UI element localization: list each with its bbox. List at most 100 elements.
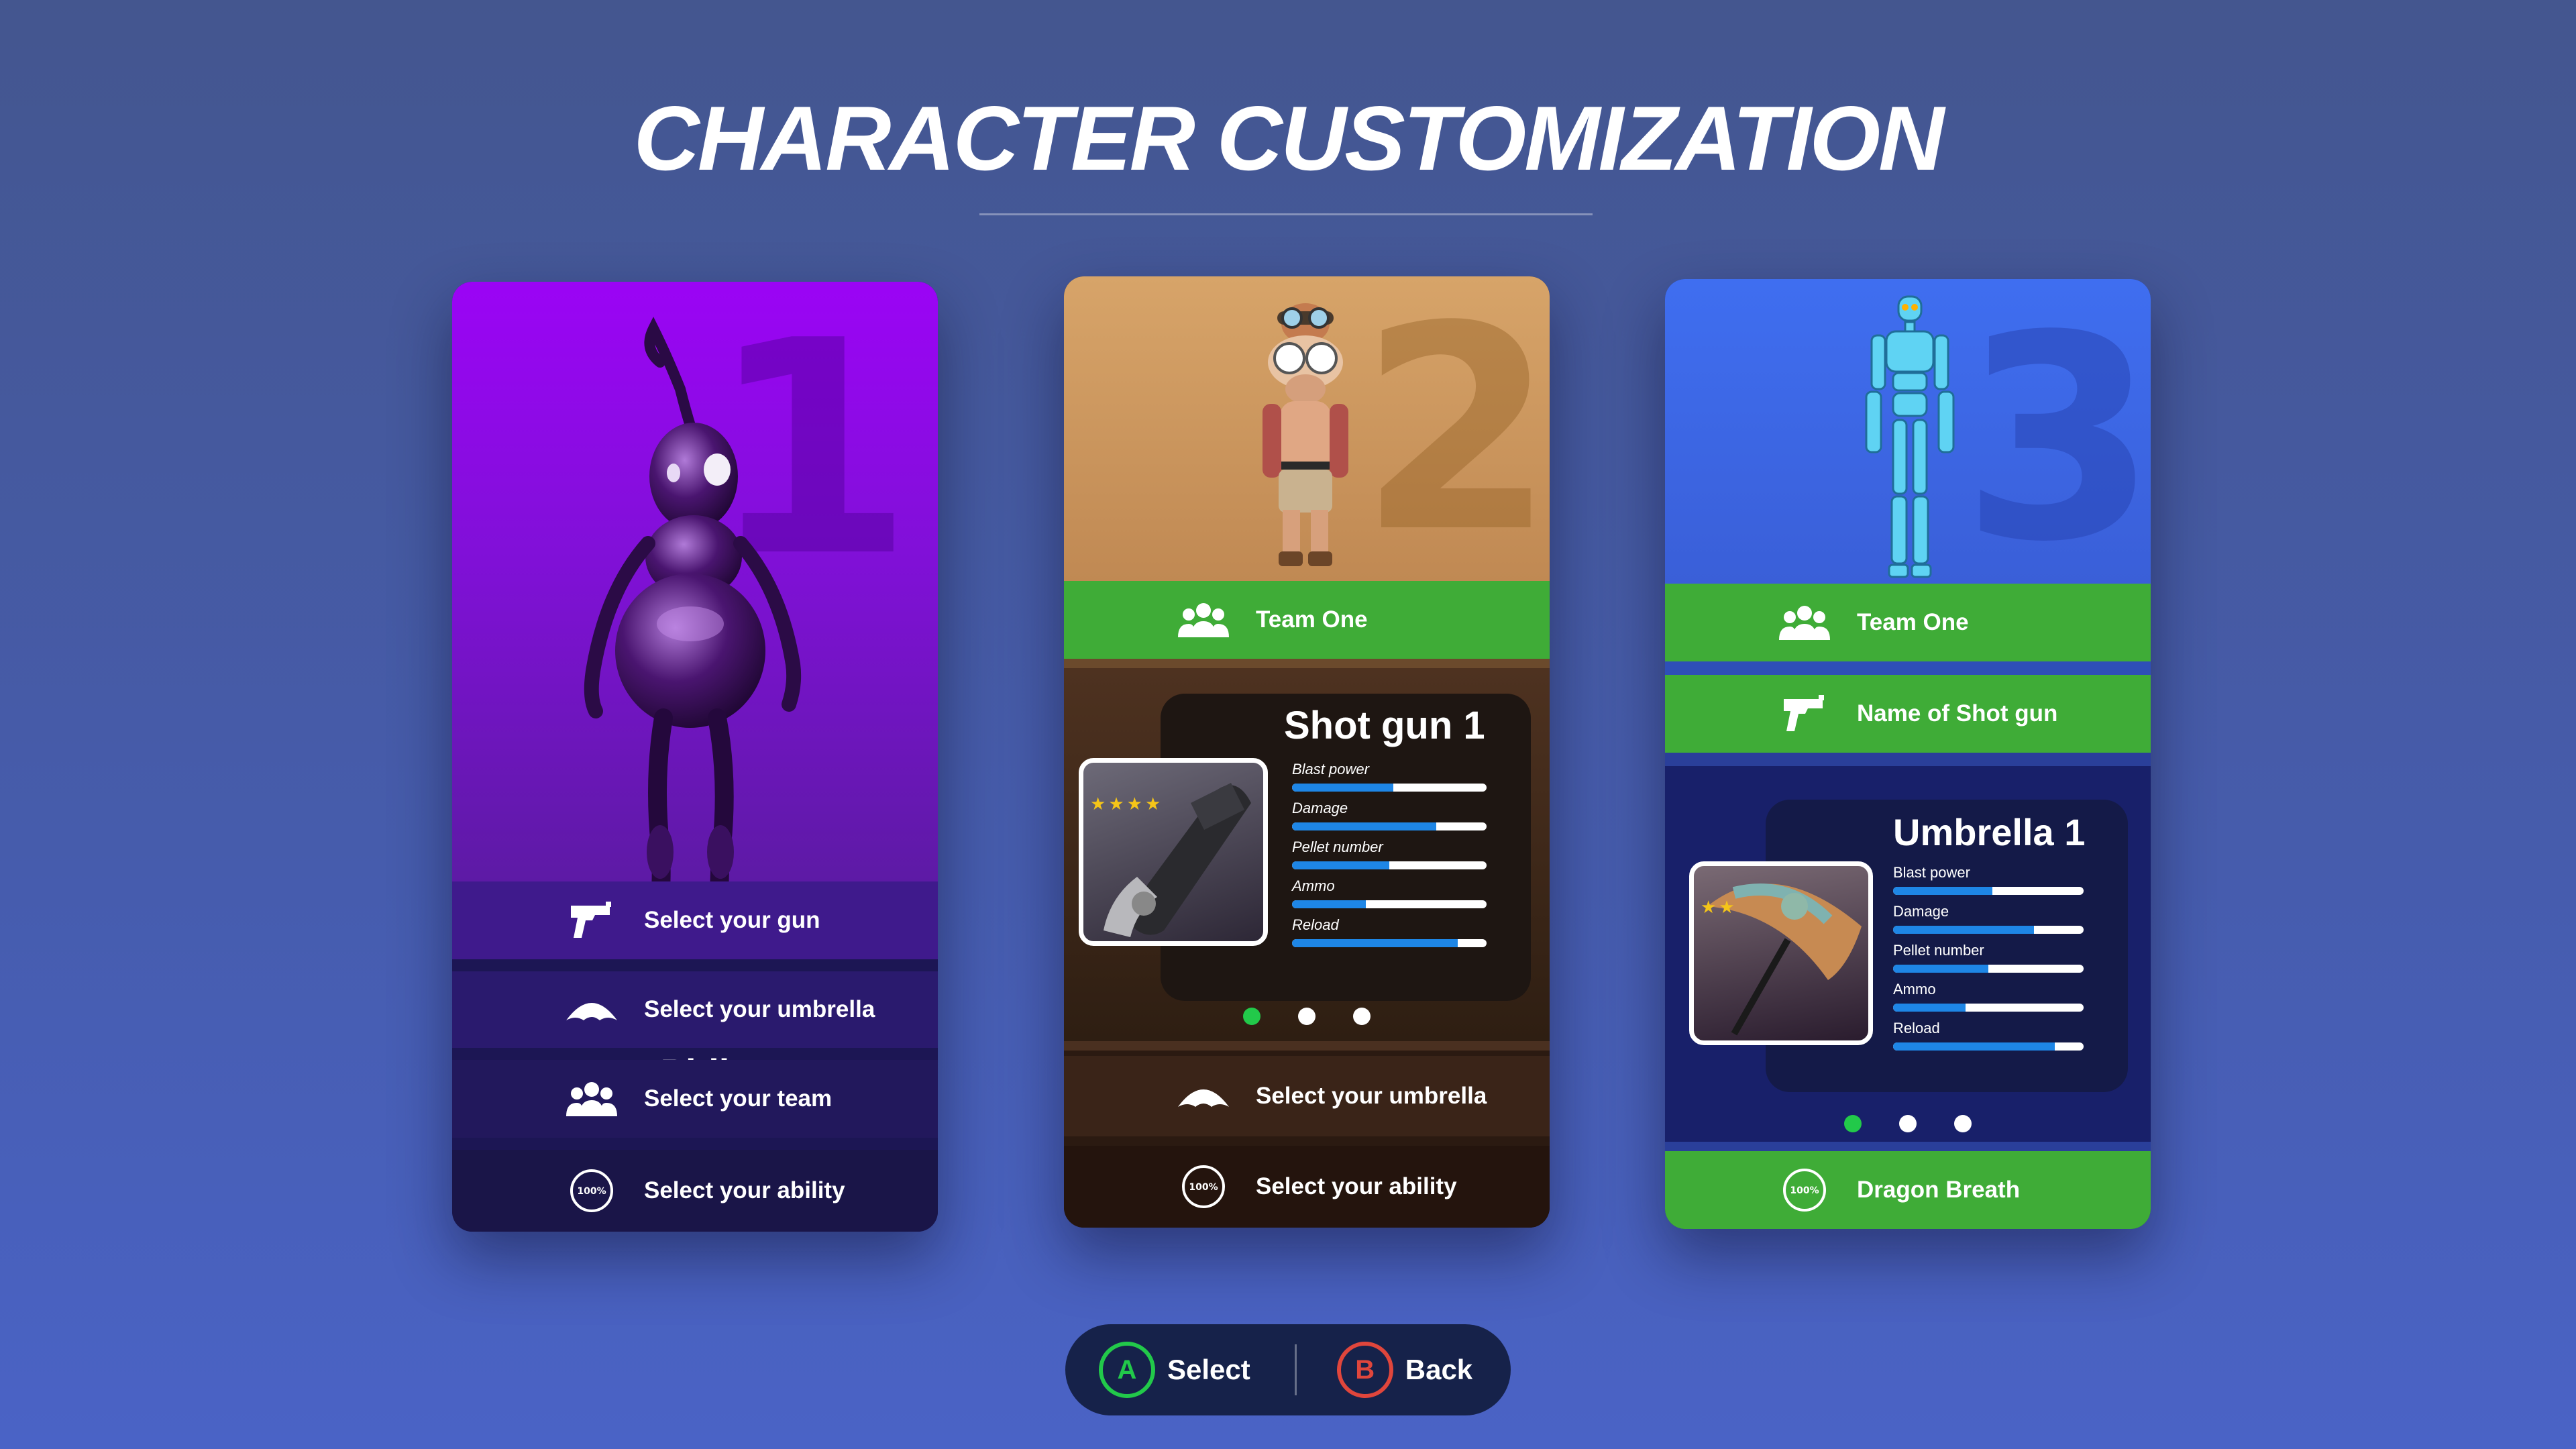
stat-label: Blast power bbox=[1893, 864, 1970, 881]
character-model-explorer bbox=[1263, 303, 1348, 566]
stat-label: Reload bbox=[1292, 916, 1339, 933]
ability-icon: 100% bbox=[1171, 1163, 1236, 1210]
rarity-stars: ★ ★ ★ ★ bbox=[1090, 795, 1161, 812]
select-team-button[interactable]: Select your team bbox=[452, 1060, 938, 1138]
select-ability-button[interactable]: 100% Select your ability bbox=[1064, 1146, 1550, 1228]
star-icon: ★ bbox=[1701, 897, 1717, 917]
character-hero: 3 bbox=[1665, 279, 2151, 584]
stat-bar-fill bbox=[1893, 887, 1992, 895]
gun-icon bbox=[1772, 694, 1837, 734]
select-umbrella-button[interactable]: Select your umbrella bbox=[1064, 1056, 1550, 1136]
pager-dot[interactable] bbox=[1353, 1008, 1371, 1025]
divider bbox=[1064, 659, 1550, 668]
stat-bar bbox=[1292, 784, 1487, 792]
stat-bar-fill bbox=[1893, 1042, 2055, 1051]
ability-selector[interactable]: 100% Dragon Breath bbox=[1665, 1151, 2151, 1229]
row-label: Select your umbrella bbox=[1256, 1083, 1487, 1109]
ability-icon-text: 100% bbox=[1189, 1182, 1218, 1193]
stat-bar bbox=[1893, 926, 2084, 934]
umbrella-name: Umbrella 1 bbox=[1893, 811, 2086, 853]
stat-bar-fill bbox=[1893, 1004, 1966, 1012]
b-button-icon: B bbox=[1336, 1342, 1393, 1398]
stat-bar bbox=[1893, 1042, 2084, 1051]
controls-divider bbox=[1294, 1344, 1297, 1395]
title-divider bbox=[979, 213, 1593, 215]
character-model-phil bbox=[584, 317, 802, 881]
character-model-robot bbox=[1865, 295, 1955, 578]
select-button[interactable]: A Select bbox=[1099, 1342, 1250, 1398]
select-ability-button[interactable]: 100% Select your ability bbox=[452, 1150, 938, 1232]
stat-label: Ammo bbox=[1292, 877, 1335, 894]
stat-bar-fill bbox=[1292, 900, 1366, 908]
stat-label: Damage bbox=[1292, 800, 1348, 816]
row-label: Select your ability bbox=[644, 1177, 845, 1203]
character-hero: 2 bbox=[1064, 276, 1550, 581]
ability-label: Dragon Breath bbox=[1857, 1177, 2021, 1203]
stat-bar bbox=[1292, 822, 1487, 830]
character-card-1[interactable]: 1 Phil bbox=[452, 282, 938, 1232]
star-icon: ★ bbox=[1144, 794, 1161, 814]
team-selector[interactable]: Team One bbox=[1665, 584, 2151, 661]
star-icon: ★ bbox=[1126, 794, 1142, 814]
pager-dot[interactable] bbox=[1954, 1115, 1972, 1132]
ability-icon-text: 100% bbox=[577, 1186, 606, 1197]
ability-icon: 100% bbox=[1772, 1167, 1837, 1214]
row-label: Select your team bbox=[644, 1085, 833, 1112]
weapon-name: Shot gun 1 bbox=[1284, 704, 1485, 747]
divider bbox=[1665, 753, 2151, 766]
gun-label: Name of Shot gun bbox=[1857, 700, 2058, 727]
weapon-pager[interactable] bbox=[1064, 1008, 1550, 1025]
team-icon bbox=[1772, 604, 1837, 641]
stat-bar bbox=[1292, 939, 1487, 947]
stat-label: Ammo bbox=[1893, 981, 1936, 998]
stat-bar-fill bbox=[1292, 784, 1393, 792]
character-hero: 1 bbox=[452, 282, 938, 881]
umbrella-thumbnail[interactable]: ★ ★ bbox=[1689, 861, 1873, 1045]
pager-dot[interactable] bbox=[1844, 1115, 1862, 1132]
team-label: Team One bbox=[1857, 609, 1969, 635]
pager-dot[interactable] bbox=[1298, 1008, 1316, 1025]
umbrella-pager[interactable] bbox=[1665, 1115, 2151, 1132]
row-label: Select your gun bbox=[644, 907, 820, 933]
gun-selector[interactable]: Name of Shot gun bbox=[1665, 675, 2151, 753]
stat-bar-fill bbox=[1292, 939, 1458, 947]
divider bbox=[1665, 1142, 2151, 1151]
select-gun-button[interactable]: Select your gun bbox=[452, 881, 938, 959]
divider bbox=[1665, 661, 2151, 675]
gun-icon bbox=[559, 900, 624, 941]
stat-bar bbox=[1893, 887, 2084, 895]
star-icon: ★ bbox=[1719, 897, 1735, 917]
stat-bar-fill bbox=[1292, 822, 1436, 830]
divider bbox=[1064, 1041, 1550, 1051]
card-number: 2 bbox=[1358, 276, 1550, 581]
pager-dot[interactable] bbox=[1243, 1008, 1260, 1025]
star-icon: ★ bbox=[1090, 794, 1106, 814]
stat-bar-fill bbox=[1893, 926, 2035, 934]
character-card-2[interactable]: 2 Team One Shot gun 1 Blast power Damage… bbox=[1064, 276, 1550, 1228]
stat-bar bbox=[1893, 965, 2084, 973]
ability-icon: 100% bbox=[559, 1167, 624, 1214]
row-label: Select your umbrella bbox=[644, 996, 875, 1022]
team-icon bbox=[1171, 601, 1236, 639]
stat-bar-fill bbox=[1292, 861, 1389, 869]
card-number: 3 bbox=[1961, 279, 2151, 584]
stat-bar bbox=[1893, 1004, 2084, 1012]
page-title: CHARACTER CUSTOMIZATION bbox=[633, 87, 1945, 189]
rarity-stars: ★ ★ bbox=[1701, 898, 1735, 916]
select-umbrella-button[interactable]: Select your umbrella bbox=[452, 971, 938, 1048]
stat-bar-fill bbox=[1893, 965, 1988, 973]
umbrella-icon bbox=[1171, 1083, 1236, 1110]
team-label: Team One bbox=[1256, 606, 1368, 633]
character-card-3[interactable]: 3 Team One Name of Shot gun Umbrella 1 B… bbox=[1665, 279, 2151, 1229]
weapon-thumbnail[interactable]: ★ ★ ★ ★ bbox=[1079, 758, 1268, 946]
team-selector[interactable]: Team One bbox=[1064, 581, 1550, 659]
stat-label: Pellet number bbox=[1893, 942, 1984, 959]
umbrella-icon bbox=[559, 996, 624, 1023]
star-icon: ★ bbox=[1108, 794, 1124, 814]
stat-bar bbox=[1292, 861, 1487, 869]
pager-dot[interactable] bbox=[1899, 1115, 1917, 1132]
stat-label: Damage bbox=[1893, 903, 1949, 920]
select-label: Select bbox=[1167, 1354, 1250, 1385]
back-button[interactable]: B Back bbox=[1336, 1342, 1472, 1398]
stat-label: Reload bbox=[1893, 1020, 1940, 1036]
